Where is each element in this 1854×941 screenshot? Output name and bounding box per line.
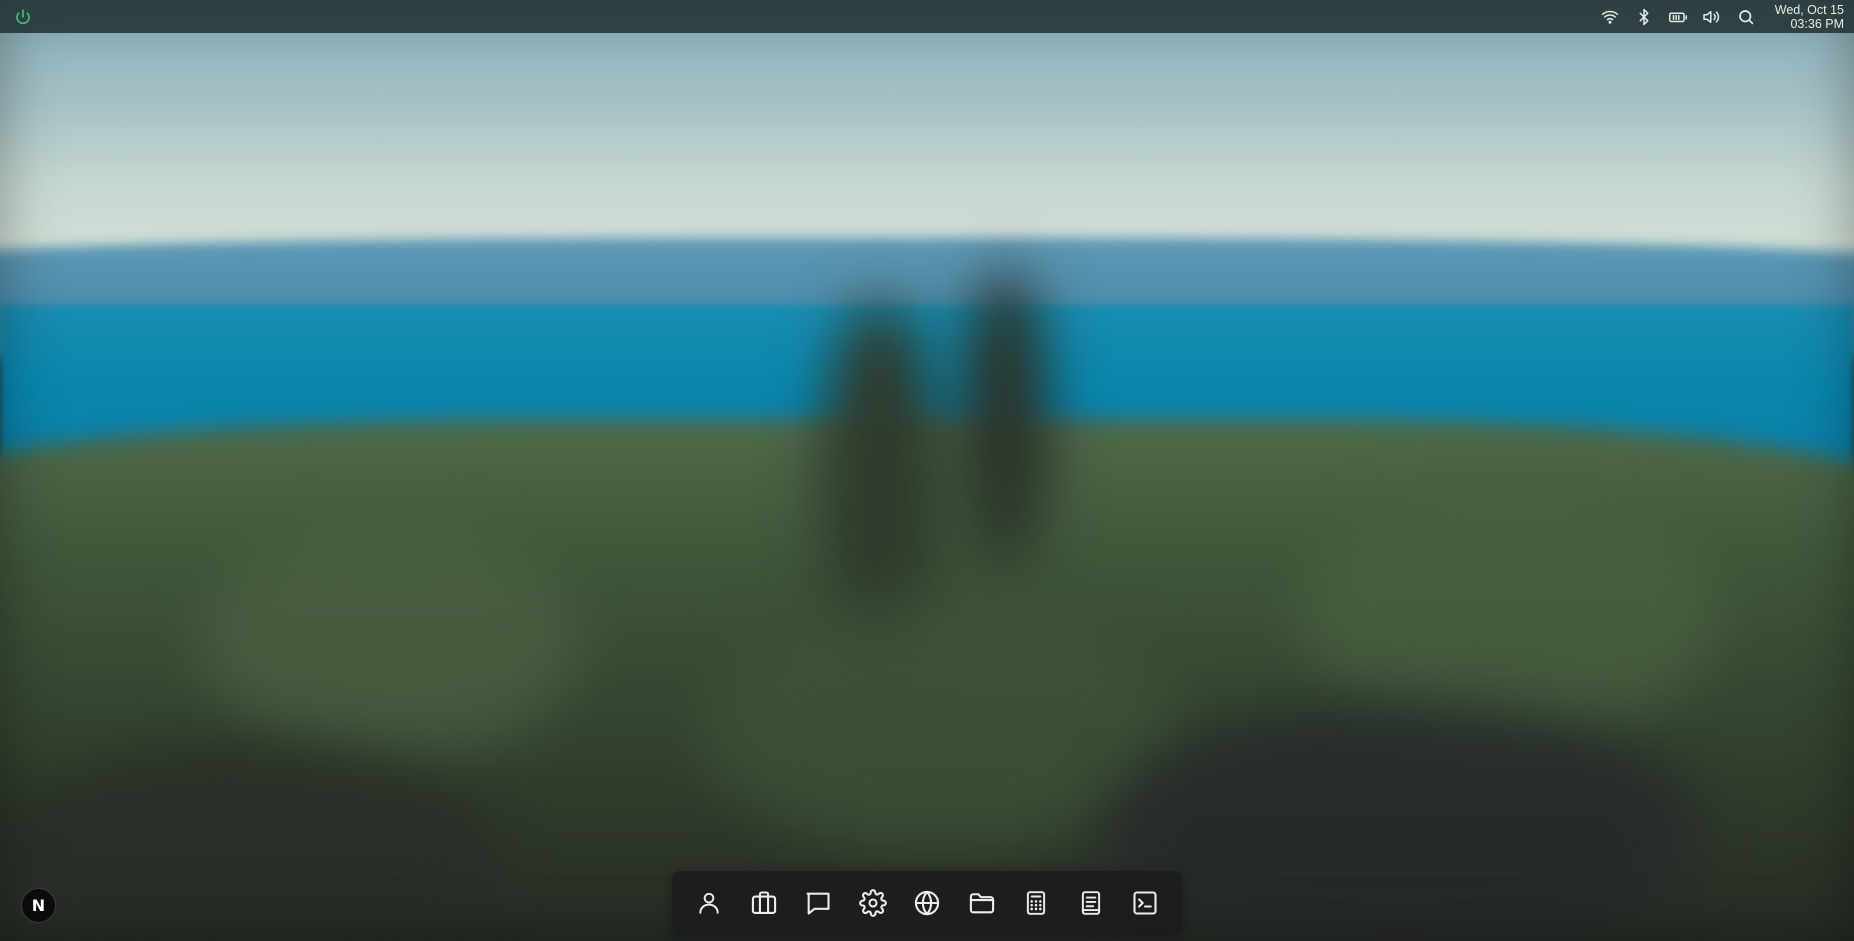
wifi-icon (1601, 10, 1618, 24)
calculator-icon (1026, 890, 1046, 915)
battery-button[interactable] (1661, 2, 1695, 32)
volume-icon (1703, 10, 1720, 23)
clock[interactable]: Wed, Oct 15 03:36 PM (1775, 3, 1844, 31)
system-tray: Wed, Oct 15 03:36 PM (1593, 2, 1844, 32)
folder-icon (969, 892, 994, 913)
dock-item-profile[interactable] (685, 879, 733, 927)
dock (672, 871, 1182, 934)
bluetooth-icon (1639, 8, 1649, 25)
dock-item-messages[interactable] (794, 879, 842, 927)
power-icon (16, 8, 30, 24)
battery-icon (1668, 12, 1687, 22)
wifi-button[interactable] (1593, 2, 1627, 32)
wallpaper-vignette (0, 0, 1854, 941)
dock-item-settings[interactable] (849, 879, 897, 927)
bluetooth-button[interactable] (1627, 2, 1661, 32)
terminal-icon (1133, 890, 1157, 915)
gear-icon (858, 888, 887, 917)
search-icon (1738, 9, 1753, 24)
dock-item-calculator[interactable] (1012, 879, 1060, 927)
dock-item-work[interactable] (740, 879, 788, 927)
briefcase-icon (751, 890, 776, 914)
dock-item-files[interactable] (958, 879, 1006, 927)
launcher-button[interactable]: N (21, 888, 56, 923)
person-icon (699, 892, 719, 914)
wallpaper (0, 0, 1854, 941)
top-bar: Wed, Oct 15 03:36 PM (0, 0, 1854, 33)
document-icon (1081, 890, 1100, 915)
power-button[interactable] (12, 6, 34, 28)
chat-icon (806, 892, 830, 915)
search-button[interactable] (1729, 2, 1763, 32)
clock-time: 03:36 PM (1790, 16, 1844, 31)
volume-button[interactable] (1695, 2, 1729, 32)
globe-icon (914, 890, 940, 915)
dock-item-terminal[interactable] (1121, 879, 1169, 927)
desktop: Wed, Oct 15 03:36 PM N (0, 0, 1854, 941)
dock-item-notes[interactable] (1067, 879, 1115, 927)
n-logo-icon: N (31, 896, 46, 915)
clock-date: Wed, Oct 15 (1774, 2, 1844, 17)
dock-item-browser[interactable] (903, 879, 951, 927)
